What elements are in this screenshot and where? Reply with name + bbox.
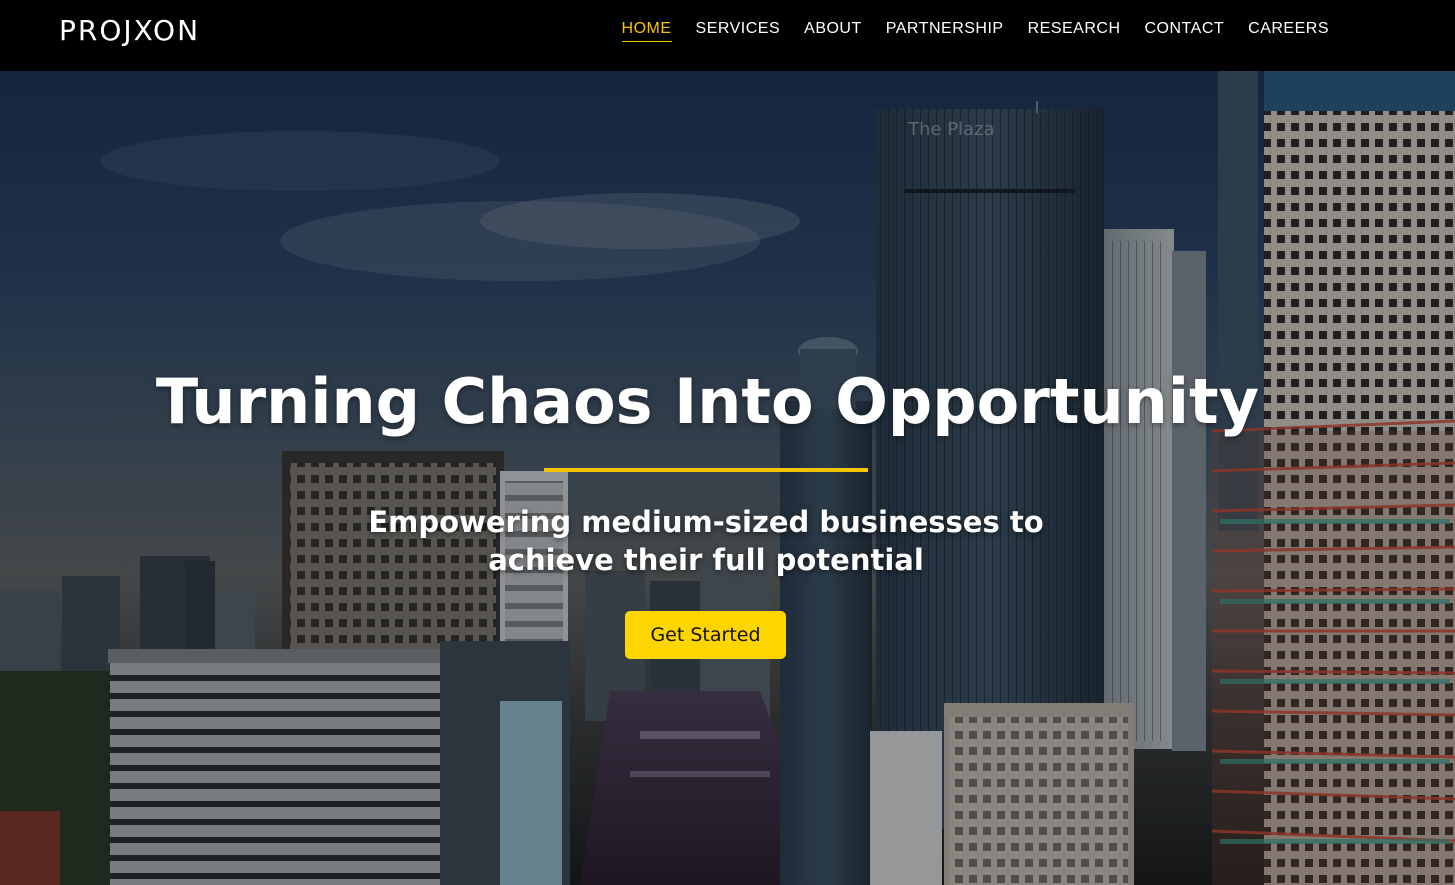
- top-navbar: PROJXON HOME SERVICES ABOUT PARTNERSHIP …: [0, 0, 1455, 71]
- hero-subtitle-line-1: Empowering medium-sized businesses to: [368, 505, 1044, 539]
- nav-link-services[interactable]: SERVICES: [696, 20, 781, 42]
- main-nav: HOME SERVICES ABOUT PARTNERSHIP RESEARCH…: [621, 20, 1329, 42]
- hero-subtitle: Empowering medium-sized businesses to ac…: [0, 503, 1412, 579]
- nav-link-research[interactable]: RESEARCH: [1028, 20, 1121, 42]
- nav-link-contact[interactable]: CONTACT: [1145, 20, 1225, 42]
- nav-link-partnership[interactable]: PARTNERSHIP: [886, 20, 1004, 42]
- hero-subtitle-line-2: achieve their full potential: [488, 543, 924, 577]
- hero-title: Turning Chaos Into Opportunity: [155, 365, 1260, 438]
- nav-link-careers[interactable]: CAREERS: [1248, 20, 1329, 42]
- hero-section: The Plaza Turning Chaos Into Opportunity…: [0, 71, 1455, 885]
- nav-link-home[interactable]: HOME: [621, 20, 672, 42]
- hero-dark-overlay: [0, 71, 1455, 885]
- get-started-button[interactable]: Get Started: [625, 611, 786, 659]
- brand-logo[interactable]: PROJXON: [59, 14, 200, 47]
- hero-title-underline: [544, 468, 868, 472]
- nav-link-about[interactable]: ABOUT: [804, 20, 862, 42]
